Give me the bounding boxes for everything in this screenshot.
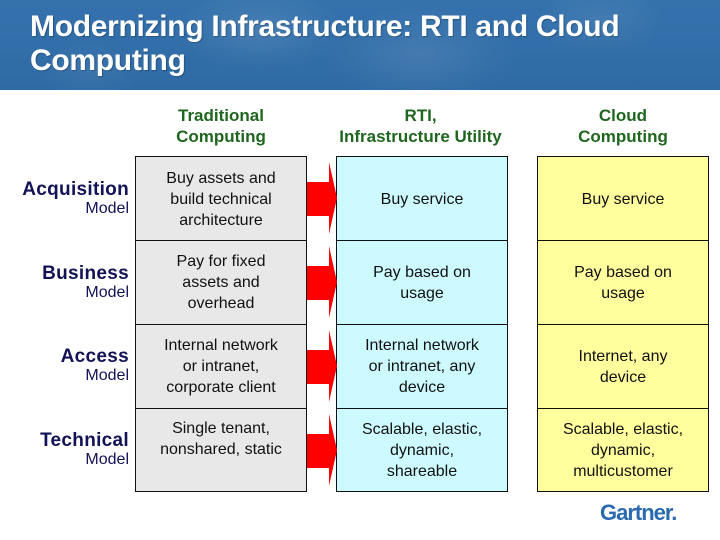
row-label-sub: Model (85, 451, 129, 468)
cell-traditional-acquisition: Buy assets and build technical architect… (166, 169, 276, 229)
slide-title: Modernizing Infrastructure: RTI and Clou… (30, 10, 620, 77)
rti-column: Buy service Pay based on usage Internal … (336, 156, 508, 492)
row-label-main: Business (42, 263, 129, 284)
cell-cloud-business: Pay based on usage (538, 240, 708, 324)
row-label-sub: Model (85, 367, 129, 384)
cell-cloud-acquisition: Buy service (581, 190, 665, 208)
right-arrow-icon (307, 330, 337, 402)
cloud-column: Buy service Pay based on usage Internet,… (537, 156, 709, 492)
row-label-acquisition: Acquisition Model (0, 180, 129, 218)
cell-cloud-access: Internet, any device (538, 324, 708, 408)
cell-traditional-access: Internal network or intranet, corporate … (136, 324, 306, 408)
row-label-business: Business Model (0, 264, 129, 302)
cell-traditional-technical: Single tenant, nonshared, static (136, 408, 306, 491)
right-arrow-icon (307, 162, 337, 234)
column-header-traditional: Traditional Computing (176, 106, 266, 146)
right-arrow-icon (307, 246, 337, 318)
cell-rti-acquisition: Buy service (380, 190, 464, 208)
cell-rti-access: Internal network or intranet, any device (337, 324, 507, 408)
title-banner: Modernizing Infrastructure: RTI and Clou… (0, 0, 720, 90)
cell-cloud-technical: Scalable, elastic, dynamic, multicustome… (538, 408, 708, 491)
row-label-main: Technical (40, 430, 129, 451)
cell-rti-technical: Scalable, elastic, dynamic, shareable (337, 408, 507, 491)
column-header-rti: RTI, Infrastructure Utility (339, 106, 502, 146)
gartner-logo: Gartner. (600, 500, 677, 525)
row-label-sub: Model (85, 284, 129, 301)
right-arrow-icon (307, 414, 337, 486)
traditional-column: Buy assets and build technical architect… (135, 156, 307, 492)
row-label-main: Acquisition (22, 179, 129, 200)
column-header-cloud: Cloud Computing (578, 106, 668, 146)
row-label-sub: Model (85, 200, 129, 217)
cell-rti-business: Pay based on usage (337, 240, 507, 324)
row-label-access: Access Model (0, 347, 129, 385)
cell-traditional-business: Pay for fixed assets and overhead (136, 240, 306, 324)
row-label-technical: Technical Model (0, 431, 129, 469)
row-label-main: Access (60, 346, 129, 367)
